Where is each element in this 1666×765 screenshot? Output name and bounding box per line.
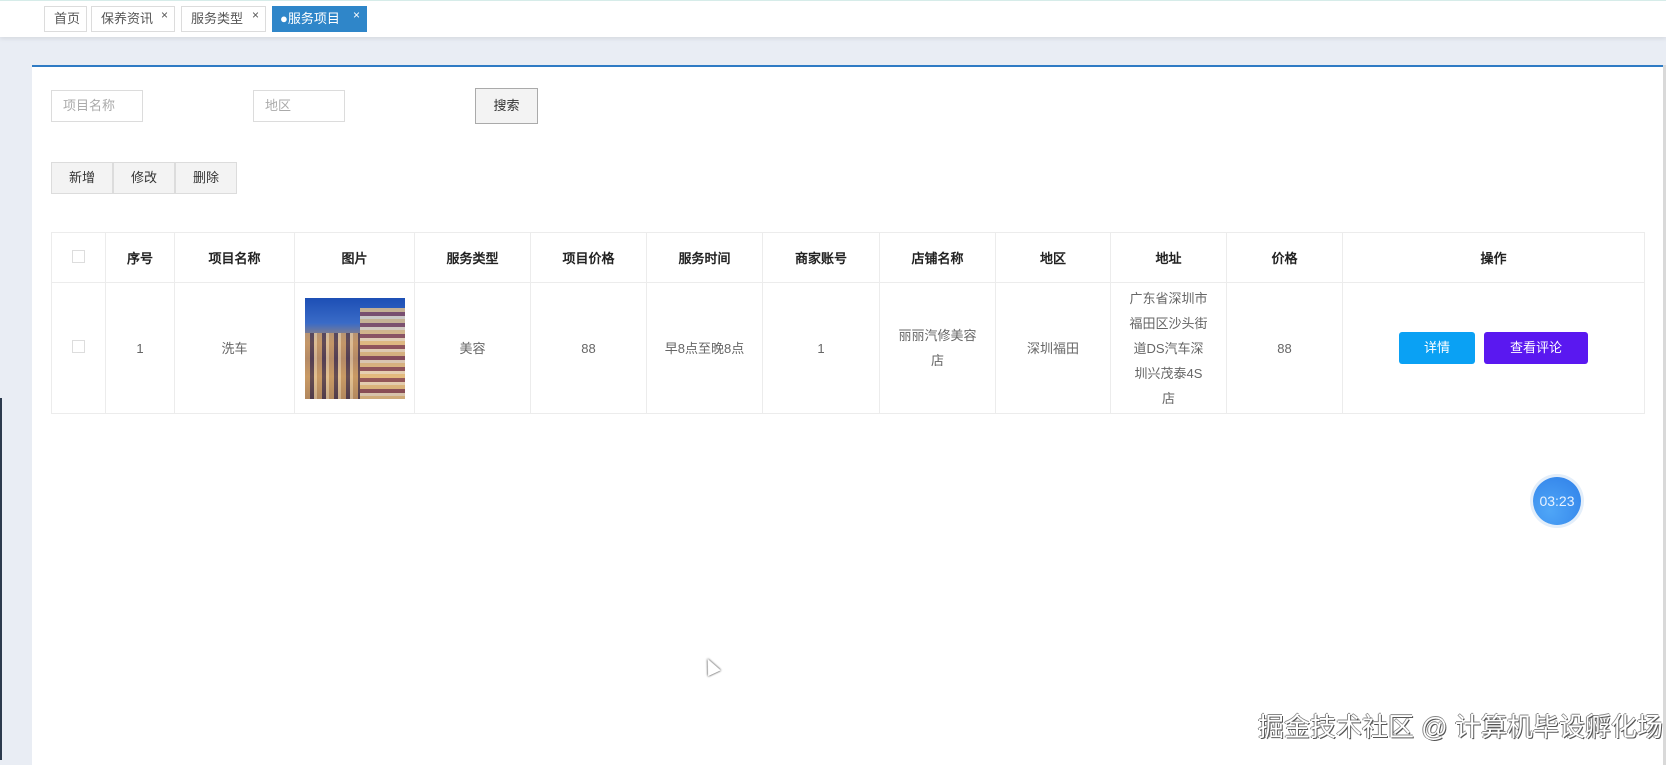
cell-time: 早8点至晚8点 [646,282,763,414]
table-header: 序号 项目名称 图片 服务类型 项目价格 服务时间 商家账号 店铺名称 地区 地… [51,232,1645,283]
row-checkbox[interactable] [72,339,85,353]
tab-service-types[interactable]: 服务类型 × [181,6,266,32]
tab-label: 服务类型 [191,11,244,26]
tab-label: ●服务项目 [280,11,340,26]
region-input[interactable]: 地区 [253,90,345,122]
cell-item-price: 88 [530,282,647,414]
column-header: 图片 [294,232,415,283]
cell-address: 广东省深圳市福田区沙头街道DS汽车深圳兴茂泰4S店 [1129,290,1208,406]
delete-button[interactable]: 删除 [175,162,237,194]
tab-service-items[interactable]: ●服务项目 × [272,6,367,32]
tab-maintenance-news[interactable]: 保养资讯 × [91,6,175,32]
close-icon[interactable]: × [161,3,168,27]
service-items-table: 序号 项目名称 图片 服务类型 项目价格 服务时间 商家账号 店铺名称 地区 地… [51,232,1645,414]
cell-type: 美容 [414,282,531,414]
project-name-input[interactable]: 项目名称 [51,90,143,122]
select-all-checkbox[interactable] [72,249,85,263]
cell-shop: 丽丽汽修美容店 [898,328,977,368]
tab-bar: 首页 保养资讯 × 服务类型 × ●服务项目 × [0,0,1666,37]
column-header: 操作 [1342,232,1645,283]
action-bar: 新增 修改 删除 [51,162,237,194]
cell-price: 88 [1226,282,1343,414]
cell-merchant: 1 [762,282,880,414]
add-button[interactable]: 新增 [51,162,113,194]
column-header: 地区 [995,232,1111,283]
column-header: 项目价格 [530,232,647,283]
search-button[interactable]: 搜索 [475,88,538,124]
item-image [304,297,405,399]
column-header: 店铺名称 [879,232,996,283]
close-icon[interactable]: × [353,3,360,27]
tab-label: 保养资讯 [101,11,154,26]
column-header: 服务时间 [646,232,763,283]
view-comments-button[interactable]: 查看评论 [1484,332,1588,364]
cell-index: 1 [105,282,175,414]
table-row: 1 洗车 美容 88 早8点至晚8点 1 丽丽汽修美容店 深圳福田 广东省深圳市… [51,282,1645,414]
column-header: 序号 [105,232,175,283]
column-header: 项目名称 [174,232,295,283]
detail-button[interactable]: 详情 [1399,332,1475,364]
column-header: 服务类型 [414,232,531,283]
cell-name: 洗车 [174,282,295,414]
watermark: 掘金技术社区 @ 计算机毕设孵化场 [1258,712,1663,742]
close-icon[interactable]: × [252,3,259,27]
cell-region: 深圳福田 [995,282,1111,414]
tab-label: 首页 [54,11,81,26]
edit-button[interactable]: 修改 [113,162,175,194]
column-header: 商家账号 [762,232,880,283]
timer-badge[interactable]: 03:23 [1533,477,1581,525]
content-panel [32,65,1664,765]
column-header: 价格 [1226,232,1343,283]
column-header: 地址 [1110,232,1227,283]
sidebar-edge [0,398,2,760]
tab-home[interactable]: 首页 [44,6,87,32]
